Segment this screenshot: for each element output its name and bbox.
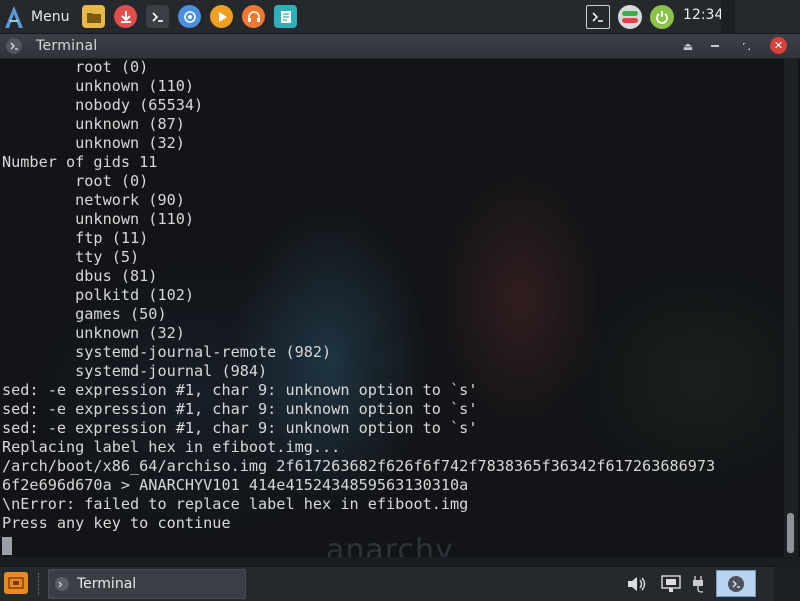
background-watermark: anarchy bbox=[326, 533, 454, 557]
menu-button[interactable]: Menu bbox=[3, 3, 75, 30]
terminal-line: unknown (110) bbox=[2, 210, 195, 228]
terminal-line: systemd-journal (984) bbox=[2, 362, 268, 380]
terminal-tray-icon[interactable] bbox=[586, 5, 610, 29]
terminal-line: root (0) bbox=[2, 172, 149, 190]
clock[interactable]: 12:34 bbox=[683, 7, 723, 23]
taskbar-item-label: Terminal bbox=[77, 576, 137, 592]
show-desktop-icon[interactable] bbox=[4, 572, 28, 594]
terminal-line: sed: -e expression #1, char 9: unknown o… bbox=[2, 381, 478, 399]
panel-edge bbox=[721, 0, 735, 33]
terminal-line: sed: -e expression #1, char 9: unknown o… bbox=[2, 419, 478, 437]
browser-icon[interactable] bbox=[178, 5, 201, 28]
network-icon[interactable] bbox=[660, 574, 682, 594]
bottom-panel: Terminal bbox=[0, 566, 800, 601]
scrollbar-thumb[interactable] bbox=[787, 513, 794, 553]
terminal-line: unknown (32) bbox=[2, 324, 185, 342]
top-panel: Menu 12:34 bbox=[0, 0, 800, 34]
terminal-line: 6f2e696d670a > ANARCHYV101 414e415243485… bbox=[2, 476, 469, 494]
terminal-app-icon bbox=[6, 38, 22, 54]
shade-button[interactable]: ⏏ bbox=[680, 38, 696, 54]
terminal-line: root (0) bbox=[2, 59, 149, 76]
terminal-line: unknown (87) bbox=[2, 115, 185, 133]
terminal-line: /arch/boot/x86_64/archiso.img 2f61726368… bbox=[2, 457, 716, 475]
panel-edge bbox=[774, 567, 800, 601]
terminal-line: sed: -e expression #1, char 9: unknown o… bbox=[2, 400, 478, 418]
terminal-line: systemd-journal-remote (982) bbox=[2, 343, 332, 361]
terminal-line: Press any key to continue bbox=[2, 514, 231, 532]
terminal-line: dbus (81) bbox=[2, 267, 158, 285]
terminal-cursor bbox=[2, 537, 12, 555]
terminal-line: nobody (65534) bbox=[2, 96, 204, 114]
anarchy-logo-icon bbox=[5, 5, 23, 28]
terminal-line: games (50) bbox=[2, 305, 167, 323]
terminal-line: network (90) bbox=[2, 191, 185, 209]
terminal-line: tty (5) bbox=[2, 248, 140, 266]
terminal-line: Number of gids 11 bbox=[2, 153, 158, 171]
maximize-button[interactable] bbox=[738, 38, 754, 54]
terminal-line: unknown (32) bbox=[2, 134, 185, 152]
settings-toggle-icon[interactable] bbox=[618, 5, 642, 29]
menu-label: Menu bbox=[31, 8, 70, 25]
minimize-button[interactable] bbox=[707, 38, 723, 54]
workspace-terminal-icon bbox=[728, 575, 744, 592]
taskbar-item-terminal[interactable]: Terminal bbox=[48, 569, 246, 599]
terminal-area[interactable]: anarchy root (0) unknown (110) nobody (6… bbox=[0, 59, 800, 557]
terminal-line: \nError: failed to replace label hex in … bbox=[2, 495, 469, 513]
window-titlebar[interactable]: Terminal ⏏ ✕ bbox=[0, 34, 800, 59]
window-title: Terminal bbox=[36, 38, 98, 54]
taskbar-terminal-icon bbox=[55, 577, 69, 591]
terminal-line: Replacing label hex in efiboot.img... bbox=[2, 438, 341, 456]
volume-icon[interactable] bbox=[626, 574, 648, 594]
terminal-line: unknown (110) bbox=[2, 77, 195, 95]
terminal-window: Terminal ⏏ ✕ anarchy root (0) unknown (1… bbox=[0, 34, 800, 557]
terminal-line: ftp (11) bbox=[2, 229, 149, 247]
close-button[interactable]: ✕ bbox=[770, 37, 787, 54]
terminal-output: root (0) unknown (110) nobody (65534) un… bbox=[2, 59, 715, 533]
terminal-launcher-icon[interactable] bbox=[146, 5, 169, 28]
power-icon[interactable] bbox=[650, 5, 674, 29]
media-player-icon[interactable] bbox=[210, 5, 233, 28]
workspace-terminal-button[interactable] bbox=[716, 570, 756, 597]
files-icon[interactable] bbox=[82, 5, 105, 28]
installer-icon[interactable] bbox=[114, 5, 137, 28]
scrollbar-track[interactable] bbox=[784, 59, 798, 557]
power-plug-icon[interactable] bbox=[688, 574, 710, 594]
terminal-line: polkitd (102) bbox=[2, 286, 195, 304]
text-editor-icon[interactable] bbox=[274, 5, 297, 28]
audio-player-icon[interactable] bbox=[242, 5, 265, 28]
panel-separator bbox=[38, 573, 41, 595]
